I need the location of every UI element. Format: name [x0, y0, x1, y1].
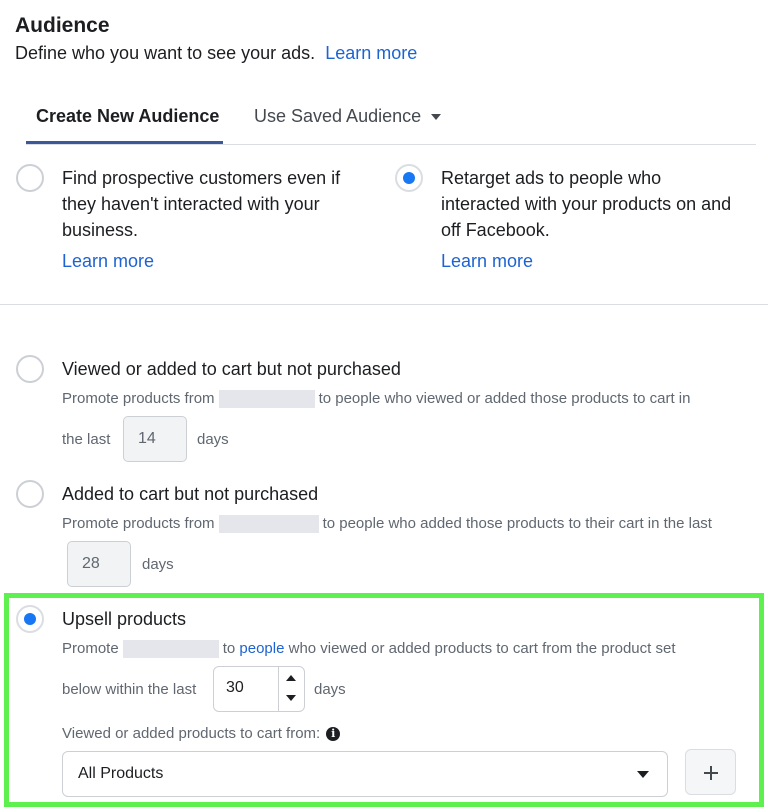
stepper-decrement-button[interactable] — [279, 689, 304, 711]
arrow-down-icon — [286, 695, 296, 701]
redacted-catalog-name — [218, 515, 319, 534]
tabs-divider — [26, 144, 756, 145]
info-icon[interactable]: i — [326, 727, 341, 741]
description-text: to — [222, 640, 236, 657]
prospective-customers-radio[interactable] — [16, 164, 44, 192]
product-set-label-text: Viewed or added products to cart from: — [62, 725, 321, 742]
retarget-text: Retarget ads to people who interacted wi… — [441, 168, 732, 240]
added-to-cart-label: Added to cart but not purchased — [62, 484, 319, 504]
page-title: Audience — [15, 14, 110, 37]
retarget-radio[interactable] — [395, 164, 423, 192]
prospective-learn-more-link[interactable]: Learn more — [62, 251, 154, 272]
plus-icon — [710, 766, 712, 780]
added-to-cart-days-input[interactable]: 28 — [67, 541, 131, 587]
added-to-cart-description: Promote products from to people who added… — [62, 515, 712, 534]
added-to-cart-radio[interactable] — [16, 480, 44, 508]
tab-use-saved-audience[interactable]: Use Saved Audience — [254, 106, 442, 127]
add-product-set-button[interactable] — [685, 749, 736, 795]
arrow-up-icon — [286, 675, 296, 681]
description-text: Promote products from — [62, 515, 215, 532]
product-set-label: Viewed or added products to cart from: i — [62, 725, 341, 742]
tab-create-new-audience[interactable]: Create New Audience — [36, 106, 219, 127]
section-divider — [0, 304, 768, 305]
viewed-or-added-description: Promote products from to people who viewe… — [62, 390, 691, 409]
upsell-days-label: days — [314, 681, 346, 698]
product-set-select[interactable]: All Products — [62, 751, 668, 797]
viewed-or-added-label: Viewed or added to cart but not purchase… — [62, 359, 401, 379]
people-link[interactable]: people — [239, 640, 284, 657]
prospective-customers-text: Find prospective customers even if they … — [62, 168, 341, 240]
added-to-cart-days-label: days — [142, 556, 174, 573]
subtitle-text: Define who you want to see your ads. — [15, 43, 316, 63]
description-text: Promote products from — [62, 390, 215, 407]
upsell-description: Promote to people who viewed or added pro… — [62, 640, 676, 659]
upsell-days-stepper[interactable]: 30 — [213, 666, 305, 712]
caret-down-icon — [637, 771, 649, 778]
upsell-products-radio[interactable] — [16, 605, 44, 633]
upsell-days-value[interactable]: 30 — [226, 679, 244, 697]
viewed-or-added-days-input[interactable]: 14 — [123, 416, 187, 462]
description-text: who viewed or added products to cart fro… — [288, 640, 676, 657]
viewed-or-added-days-label: days — [197, 431, 229, 448]
viewed-or-added-last-label: the last — [62, 431, 111, 448]
redacted-catalog-name — [122, 640, 219, 659]
redacted-catalog-name — [218, 390, 315, 409]
caret-down-icon — [431, 114, 442, 121]
header-learn-more-link[interactable]: Learn more — [325, 43, 417, 63]
upsell-products-label: Upsell products — [62, 609, 187, 629]
retarget-learn-more-link[interactable]: Learn more — [441, 251, 533, 272]
description-text: Promote — [62, 640, 119, 657]
product-set-selected-value: All Products — [78, 765, 164, 782]
tab-use-saved-audience-label: Use Saved Audience — [254, 106, 422, 126]
viewed-or-added-radio[interactable] — [16, 355, 44, 383]
description-text: to people who added those products to th… — [322, 515, 712, 532]
page-subtitle: Define who you want to see your ads. Lea… — [15, 43, 417, 64]
upsell-within-label: below within the last — [62, 681, 197, 698]
description-text: to people who viewed or added those prod… — [318, 390, 691, 407]
stepper-increment-button[interactable] — [279, 667, 304, 689]
